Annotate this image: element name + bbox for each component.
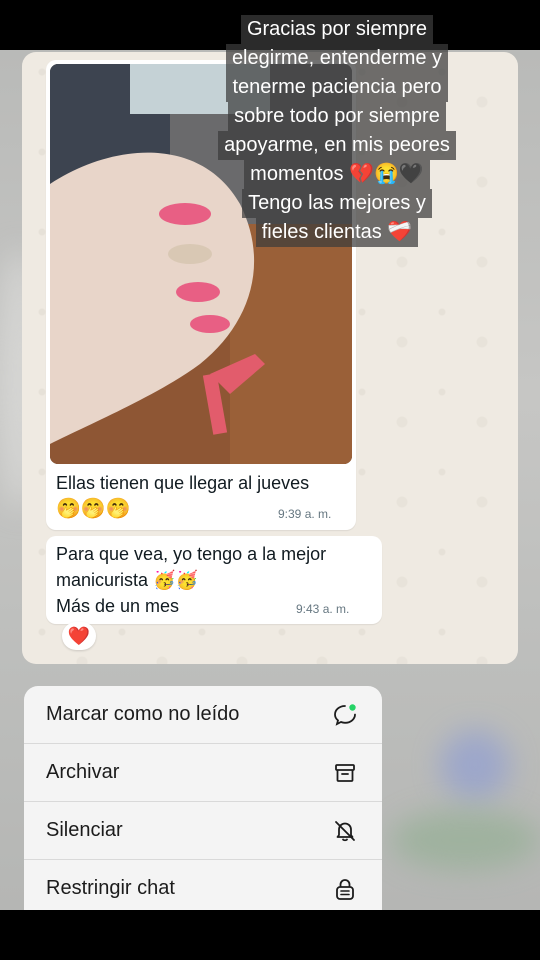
message-time: 9:39 a. m. (278, 507, 332, 521)
text-message[interactable]: Para que vea, yo tengo a la mejor manicu… (46, 536, 382, 624)
menu-item-mark-unread[interactable]: Marcar como no leído (24, 686, 382, 744)
caption-line: tenerme paciencia pero (226, 73, 448, 102)
caption-line: Gracias por siempre (240, 15, 434, 44)
message-text: Ellas tienen que llegar al jueves (56, 473, 310, 493)
background-blur (440, 730, 510, 800)
background-blur (390, 810, 540, 870)
mute-icon (335, 820, 355, 841)
caption-line: sobre todo por siempre (228, 102, 446, 131)
caption-line: Tengo las mejores y (242, 189, 432, 218)
lock-chat-icon (336, 878, 354, 900)
menu-item-archive[interactable]: Archivar (24, 744, 382, 802)
caption-line: elegirme, entenderme y (225, 44, 449, 73)
menu-item-label: Marcar como no leído (46, 703, 240, 725)
heart-reaction[interactable]: ❤️ (62, 622, 96, 650)
message-text-line3: Más de un mes (56, 596, 180, 616)
context-menu: Marcar como no leído Archivar Silenciar … (24, 686, 382, 910)
menu-item-lock-chat[interactable]: Restringir chat (24, 860, 382, 910)
caption-overlay: Gracias por siempre elegirme, entenderme… (190, 15, 484, 247)
message-time: 9:43 a. m. (296, 602, 350, 616)
menu-item-label: Restringir chat (46, 877, 175, 899)
menu-item-mute[interactable]: Silenciar (24, 802, 382, 860)
caption-line: apoyarme, en mis peores (218, 131, 456, 160)
mark-unread-icon (334, 703, 356, 726)
archive-icon (335, 763, 355, 782)
message-emojis: 🤭🤭🤭 (56, 498, 131, 520)
message-text-line2: manicurista 🥳🥳 (56, 570, 198, 590)
caption-line: fieles clientas ❤️‍🩹 (255, 218, 419, 247)
menu-item-label: Silenciar (46, 819, 123, 841)
caption-line: momentos 💔😭🖤 (244, 160, 430, 189)
message-text-line1: Para que vea, yo tengo a la mejor (56, 544, 327, 564)
menu-item-label: Archivar (46, 761, 120, 783)
